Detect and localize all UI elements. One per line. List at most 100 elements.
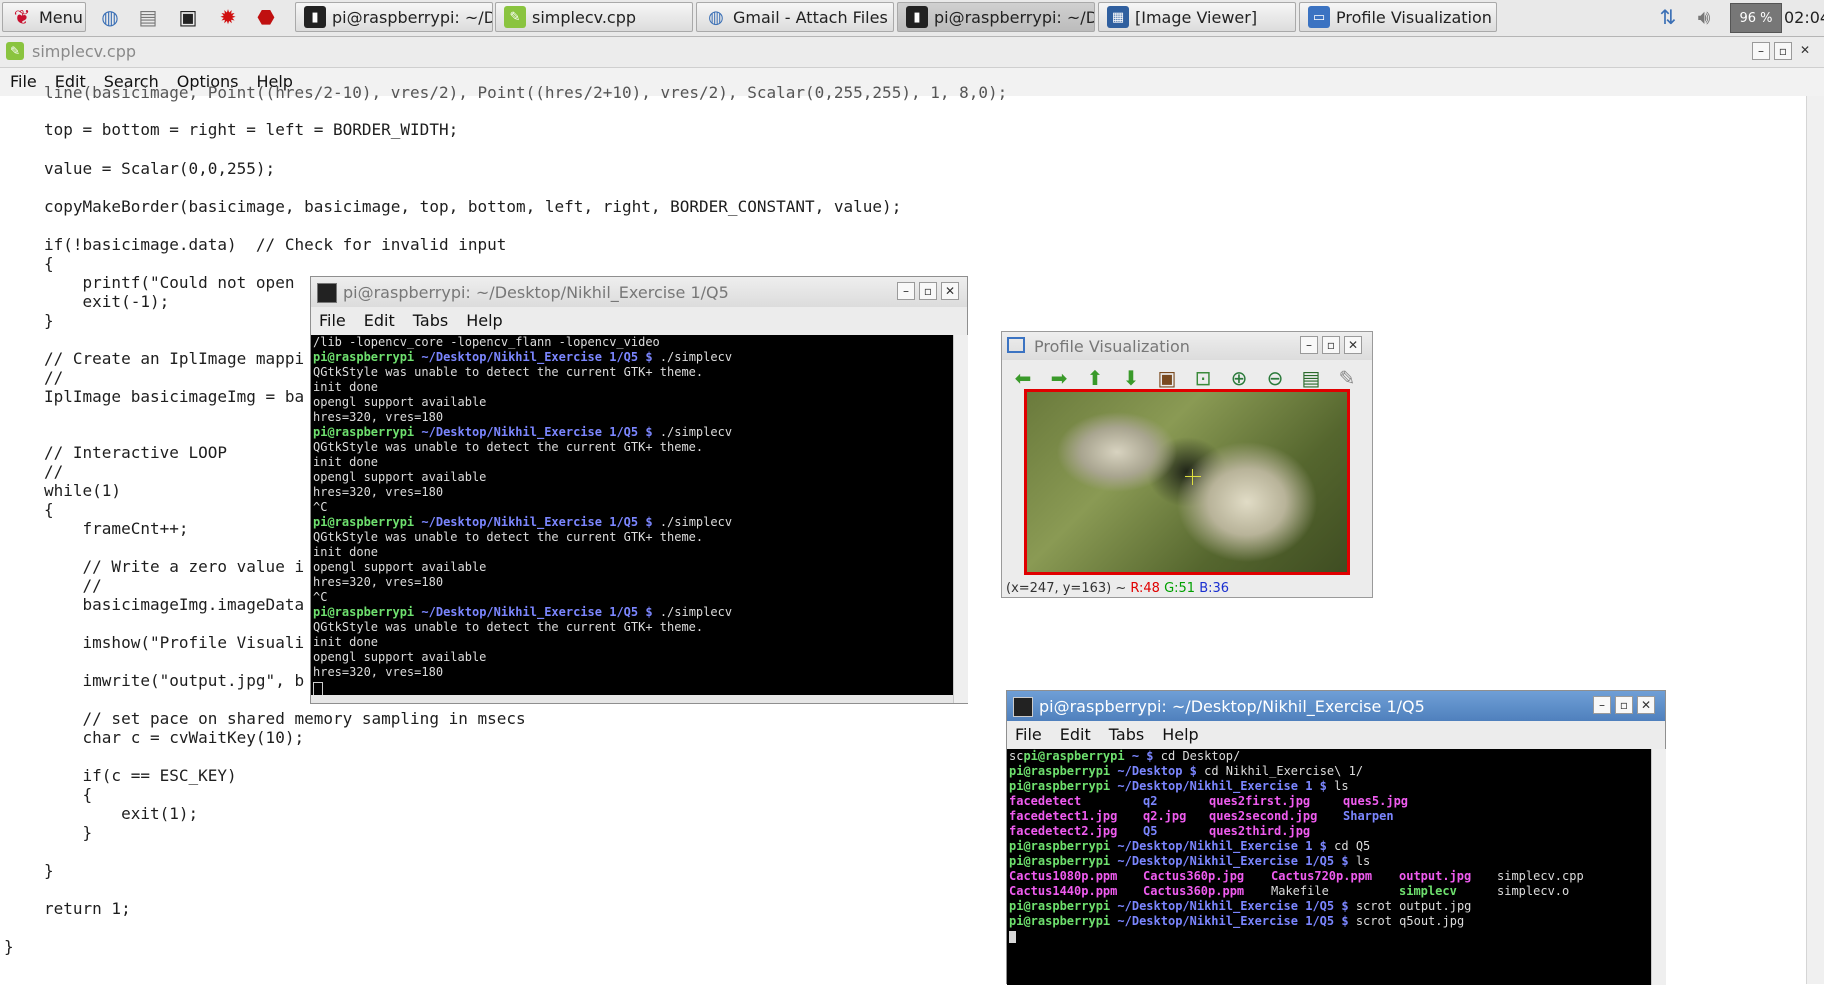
image-icon[interactable]: ▣: [1152, 364, 1182, 392]
cpu-monitor[interactable]: 96 %: [1730, 3, 1782, 33]
ls-row: facedetect1.jpg: [1009, 809, 1118, 823]
terminal-line: QGtkStyle was unable to detect the curre…: [313, 620, 704, 634]
code-line: basicimageImg.imageData: [44, 595, 305, 614]
menu-help[interactable]: Help: [1162, 725, 1198, 744]
zoom-out-icon[interactable]: ⊖: [1260, 364, 1290, 392]
terminal-line: pi@raspberrypi ~/Desktop/Nikhil_Exercise…: [313, 350, 733, 364]
terminal-output[interactable]: /lib -lopencv_core -lopencv_flann -lopen…: [311, 335, 953, 695]
terminal-line: hres=320, vres=180: [313, 665, 444, 679]
close-button[interactable]: ✕: [1796, 42, 1814, 60]
terminal-output[interactable]: scpi@raspberrypi ~ $ cd Desktop/ pi@rasp…: [1007, 749, 1651, 985]
code-line: imwrite("output.jpg", b: [44, 671, 305, 690]
terminal-scrollbar[interactable]: [1651, 749, 1666, 985]
terminal-line: ^C: [313, 500, 328, 514]
menu-edit[interactable]: Edit: [1060, 725, 1091, 744]
clock[interactable]: 02:04: [1784, 8, 1824, 27]
terminal-line: pi@raspberrypi ~/Desktop/Nikhil_Exercise…: [1009, 839, 1371, 853]
ls-row: ques2third.jpg: [1209, 824, 1311, 838]
task-profile-viz[interactable]: ▭ Profile Visualization: [1299, 2, 1497, 32]
code-line: char c = cvWaitKey(10);: [44, 728, 305, 747]
terminal-scrollbar[interactable]: [953, 335, 968, 703]
code-line: //: [44, 462, 64, 481]
task-terminal-2[interactable]: ▮ pi@raspberrypi: ~/De...: [897, 2, 1095, 32]
properties-icon[interactable]: ✎: [1332, 364, 1362, 392]
menu-tabs[interactable]: Tabs: [413, 311, 448, 330]
editor-titlebar: ✎ simplecv.cpp – ▫ ✕: [0, 37, 1824, 68]
terminal-line: pi@raspberrypi ~/Desktop $ cd Nikhil_Exe…: [1009, 764, 1364, 778]
terminal-launcher-icon[interactable]: ▣: [174, 3, 202, 31]
menu-file[interactable]: File: [1015, 725, 1042, 744]
arrow-right-icon[interactable]: ➡: [1044, 364, 1074, 392]
text-editor-icon: ✎: [504, 6, 526, 28]
code-line: exit(-1);: [44, 292, 170, 311]
wolfram-icon[interactable]: ⬣: [252, 3, 280, 31]
file-manager-icon[interactable]: ▤: [134, 3, 162, 31]
task-image-viewer[interactable]: ▦ [Image Viewer]: [1098, 2, 1296, 32]
menu-file[interactable]: File: [319, 311, 346, 330]
terminal-menubar: File Edit Tabs Help: [1007, 721, 1665, 749]
maximize-button[interactable]: ▫: [1615, 696, 1633, 714]
pixel-blue-value: B:36: [1199, 581, 1230, 596]
ls-row: ques2second.jpg: [1209, 809, 1318, 823]
terminal-window-2: pi@raspberrypi: ~/Desktop/Nikhil_Exercis…: [1006, 690, 1666, 985]
arrow-up-icon[interactable]: ⬆: [1080, 364, 1110, 392]
close-button[interactable]: ✕: [1344, 336, 1362, 354]
zoom-in-icon[interactable]: ⊕: [1224, 364, 1254, 392]
terminal-cursor: [313, 682, 323, 695]
menu-edit[interactable]: Edit: [364, 311, 395, 330]
menu-file[interactable]: File: [10, 72, 37, 91]
close-button[interactable]: ✕: [941, 282, 959, 300]
zoom-fit-icon[interactable]: ⊡: [1188, 364, 1218, 392]
menu-tabs[interactable]: Tabs: [1109, 725, 1144, 744]
close-button[interactable]: ✕: [1637, 696, 1655, 714]
cactus-image[interactable]: [1024, 389, 1350, 575]
mathematica-icon[interactable]: ✹: [214, 3, 242, 31]
terminal-icon: ▮: [906, 6, 928, 28]
code-line: top = bottom = right = left = BORDER_WID…: [44, 120, 459, 139]
terminal-line: init done: [313, 545, 379, 559]
arrow-down-icon[interactable]: ⬇: [1116, 364, 1146, 392]
taskbar: ❦ Menu ◍ ▤ ▣ ✹ ⬣ ▮ pi@raspberrypi: ~/De.…: [0, 0, 1824, 37]
menu-button[interactable]: ❦ Menu: [2, 2, 86, 32]
task-label: simplecv.cpp: [532, 7, 637, 27]
task-terminal-1[interactable]: ▮ pi@raspberrypi: ~/De...: [295, 2, 493, 32]
task-browser[interactable]: ◍ Gmail - Attach Files: [696, 2, 894, 32]
code-line: //: [44, 576, 102, 595]
terminal-line: init done: [313, 635, 379, 649]
window-title: pi@raspberrypi: ~/Desktop/Nikhil_Exercis…: [343, 283, 729, 302]
crosshair-h: [1185, 476, 1201, 477]
minimize-button[interactable]: –: [897, 282, 915, 300]
ls-row: ques2first.jpg: [1209, 794, 1311, 808]
terminal-line: QGtkStyle was unable to detect the curre…: [313, 530, 704, 544]
code-line: frameCnt++;: [44, 519, 189, 538]
window-title: pi@raspberrypi: ~/Desktop/Nikhil_Exercis…: [1039, 697, 1425, 716]
ls-row: q2: [1143, 794, 1158, 808]
terminal-line: hres=320, vres=180: [313, 575, 444, 589]
volume-icon[interactable]: 🔊︎: [1690, 3, 1718, 31]
ls-row: Q5: [1143, 824, 1158, 838]
minimize-button[interactable]: –: [1593, 696, 1611, 714]
maximize-button[interactable]: ▫: [1322, 336, 1340, 354]
arrow-left-icon[interactable]: ⬅: [1008, 364, 1038, 392]
network-icon[interactable]: ⇅: [1654, 3, 1682, 31]
maximize-button[interactable]: ▫: [1774, 42, 1792, 60]
minimize-button[interactable]: –: [1300, 336, 1318, 354]
minimize-button[interactable]: –: [1752, 42, 1770, 60]
text-editor-icon: ✎: [6, 42, 24, 60]
ls-row: Cactus1440p.ppm: [1009, 884, 1118, 898]
web-browser-icon[interactable]: ◍: [96, 3, 124, 31]
terminal-titlebar: pi@raspberrypi: ~/Desktop/Nikhil_Exercis…: [1007, 691, 1665, 721]
task-editor[interactable]: ✎ simplecv.cpp: [495, 2, 693, 32]
maximize-button[interactable]: ▫: [919, 282, 937, 300]
terminal-line: opengl support available: [313, 650, 487, 664]
image-viewer-icon: ▦: [1107, 6, 1129, 28]
menu-help[interactable]: Help: [466, 311, 502, 330]
ls-row: Cactus360p.ppm: [1143, 884, 1245, 898]
terminal-icon: [317, 283, 337, 303]
pixel-red-value: R:48: [1130, 581, 1160, 596]
ls-row: simplecv: [1399, 884, 1457, 898]
code-line: if(c == ESC_KEY): [44, 766, 237, 785]
editor-scrollbar[interactable]: [1806, 96, 1824, 984]
save-icon[interactable]: ▤: [1296, 364, 1326, 392]
terminal-line: hres=320, vres=180: [313, 410, 444, 424]
